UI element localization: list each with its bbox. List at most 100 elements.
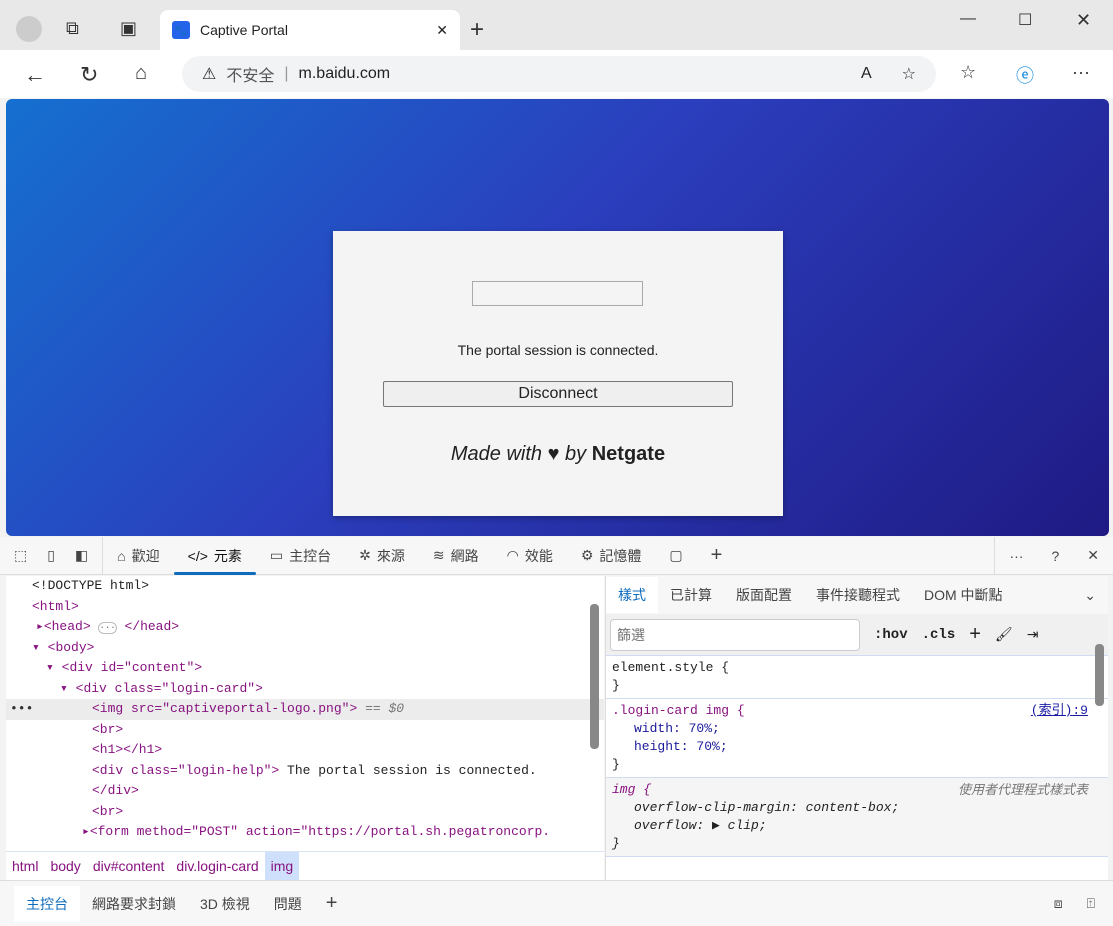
heart-icon: ♥ <box>547 443 560 465</box>
tab-label: 歡迎 <box>131 547 160 564</box>
inspect-icon[interactable]: ⬚ <box>0 537 41 575</box>
ellipsis-button[interactable]: ··· <box>98 622 117 634</box>
paint-brush-icon[interactable]: 🖌 <box>995 626 1013 643</box>
tab-event-listeners[interactable]: 事件接聽程式 <box>804 577 912 613</box>
add-drawer-tab-icon[interactable]: + <box>314 892 350 915</box>
prop-width[interactable]: width: 70%; <box>612 720 1102 738</box>
dock-icon[interactable]: ◧ <box>61 536 104 575</box>
dom-div-login-card[interactable]: ▾ <div class="login-card"> <box>6 679 604 700</box>
tab-memory[interactable]: ⚙ 記憶體 <box>567 537 656 575</box>
tab-console[interactable]: ▭ 主控台 <box>256 537 345 575</box>
brace: } <box>612 757 620 772</box>
add-tool-icon[interactable]: + <box>697 537 737 575</box>
security-label[interactable]: 不安全 <box>226 62 274 86</box>
vertical-tabs-icon[interactable]: ▣ <box>120 18 137 39</box>
more-tools-icon[interactable]: ▢ <box>655 537 696 575</box>
favorites-icon[interactable]: ☆ <box>960 62 976 83</box>
baidu-paw-icon: 🐾 <box>172 21 190 39</box>
tab-elements[interactable]: </> 元素 <box>173 537 257 575</box>
tab-label: 記憶體 <box>599 547 642 564</box>
dom-text: <img src="captiveportal-logo.png"> <box>92 701 358 716</box>
rule-element-style: element.style {} <box>606 656 1108 699</box>
read-aloud-icon[interactable]: A <box>861 65 872 83</box>
home-icon[interactable]: ⌂ <box>135 62 147 85</box>
dom-br-2[interactable]: <br> <box>6 802 604 823</box>
hov-button[interactable]: :hov <box>874 627 908 643</box>
tab-computed[interactable]: 已計算 <box>658 577 724 613</box>
styles-scrollbar[interactable] <box>1095 644 1104 706</box>
help-icon[interactable]: ? <box>1037 537 1073 575</box>
breadcrumb-html[interactable]: html <box>6 852 44 881</box>
dom-html[interactable]: <html> <box>6 597 604 618</box>
tab-welcome[interactable]: ⌂ 歡迎 <box>103 537 173 575</box>
undock-drawer-icon[interactable]: ⧈ <box>1042 895 1075 912</box>
dom-br[interactable]: <br> <box>6 720 604 741</box>
footer-prefix: Made with <box>450 443 543 465</box>
breadcrumb-div-content[interactable]: div#content <box>87 852 171 881</box>
filter-input[interactable] <box>610 618 860 651</box>
drawer-tab-3d-view[interactable]: 3D 檢視 <box>188 894 262 914</box>
dom-h1[interactable]: <h1></h1> <box>6 740 604 761</box>
back-icon[interactable]: ← <box>24 62 46 88</box>
dom-div-content[interactable]: ▾ <div id="content"> <box>6 658 604 679</box>
url-text[interactable]: m.baidu.com <box>299 65 391 83</box>
add-favorite-icon[interactable]: ☆ <box>902 64 916 84</box>
cls-button[interactable]: .cls <box>922 627 956 643</box>
address-bar[interactable]: ⚠ 不安全 | m.baidu.com A ☆ <box>182 56 936 92</box>
dom-scrollbar[interactable] <box>590 604 599 749</box>
source-link[interactable]: (索引):9 <box>1031 702 1088 720</box>
dom-img-selected[interactable]: ••• <img src="captiveportal-logo.png"> ==… <box>6 699 604 720</box>
chip-icon: ⚙ <box>580 547 594 563</box>
dom-doctype[interactable]: <!DOCTYPE html> <box>6 576 604 597</box>
dom-form[interactable]: ▸<form method="POST" action="https://por… <box>6 822 604 843</box>
move-to-top-icon[interactable]: ⍐ <box>1075 895 1107 912</box>
more-icon[interactable]: ··· <box>1072 62 1090 83</box>
brace: } <box>612 836 620 851</box>
drawer-tab-request-blocking[interactable]: 網路要求封鎖 <box>80 894 188 914</box>
edge-icon[interactable]: ⓔ <box>1016 62 1034 88</box>
dom-head[interactable]: ▸<head> ··· </head> <box>6 617 604 638</box>
dom-div-close[interactable]: </div> <box>6 781 604 802</box>
tab-styles[interactable]: 樣式 <box>606 577 658 613</box>
broken-logo-image <box>472 281 643 306</box>
tab-network[interactable]: ≋ 網路 <box>419 537 493 575</box>
dom-text: <div class="login-card"> <box>75 680 263 696</box>
new-tab-icon[interactable]: + <box>470 16 484 44</box>
close-devtools-icon[interactable]: ✕ <box>1073 537 1113 575</box>
more-options-icon[interactable]: ··· <box>994 536 1037 575</box>
dom-login-help[interactable]: <div class="login-help"> The portal sess… <box>6 761 604 782</box>
footer: Made with ♥ by Netgate <box>333 443 783 466</box>
minimize-icon[interactable]: — <box>960 10 976 28</box>
close-window-icon[interactable]: ✕ <box>1076 10 1091 31</box>
maximize-icon[interactable]: ☐ <box>1018 10 1032 30</box>
toggle-sidebar-icon[interactable]: ⇥ <box>1027 626 1039 643</box>
close-tab-icon[interactable]: ✕ <box>436 22 448 39</box>
dom-text: <h1></h1> <box>92 742 163 757</box>
console-icon: ▭ <box>269 547 284 563</box>
status-text: The portal session is connected. <box>457 342 659 358</box>
collections-icon[interactable]: ⧉ <box>66 18 79 39</box>
device-emulation-icon[interactable]: ▯ <box>41 537 61 575</box>
tab-captive-portal[interactable]: 🐾 Captive Portal ✕ <box>160 10 460 50</box>
drawer-tab-issues[interactable]: 問題 <box>262 894 314 914</box>
refresh-icon[interactable]: ↻ <box>80 62 98 88</box>
profile-avatar[interactable] <box>16 16 42 42</box>
ellipsis-icon[interactable]: ••• <box>10 699 33 720</box>
dom-text: <!DOCTYPE html> <box>32 578 150 593</box>
prop-height[interactable]: height: 70%; <box>612 738 1102 756</box>
gauge-icon: ◠ <box>506 547 519 563</box>
breadcrumb-div-login-card[interactable]: div.login-card <box>170 852 264 881</box>
tab-layout[interactable]: 版面配置 <box>724 577 804 613</box>
dom-body[interactable]: ▾ <body> <box>6 638 604 659</box>
disconnect-button[interactable]: Disconnect <box>383 381 733 407</box>
chevron-down-icon[interactable]: ⌄ <box>1072 577 1108 613</box>
tab-performance[interactable]: ◠ 效能 <box>493 537 567 575</box>
breadcrumb-img[interactable]: img <box>264 851 300 881</box>
new-rule-icon[interactable]: + <box>969 623 981 646</box>
breadcrumb-body[interactable]: body <box>44 852 86 881</box>
tab-dom-breakpoints[interactable]: DOM 中斷點 <box>912 577 1015 613</box>
tab-sources[interactable]: ✲ 來源 <box>345 537 419 575</box>
dom-text: <div id="content"> <box>61 660 203 675</box>
drawer-tab-console[interactable]: 主控台 <box>14 885 80 922</box>
dom-text: </head> <box>124 619 180 634</box>
